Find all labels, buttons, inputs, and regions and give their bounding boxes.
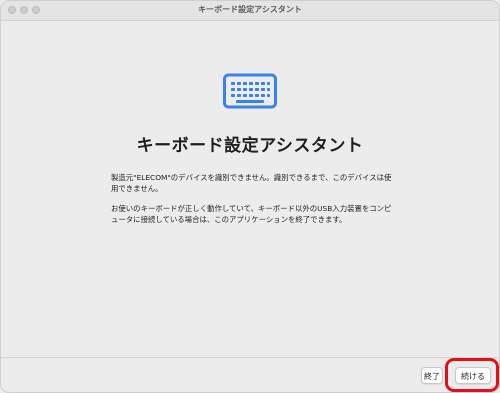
info-message: お使いのキーボードが正しく動作していて、キーボード以外のUSB入力装置をコンピュ… xyxy=(111,204,392,224)
footer-divider xyxy=(1,357,499,358)
main-content: キーボード設定アシスタント 製造元"ELECOM"のデバイスを識別できません。識… xyxy=(1,21,499,357)
assistant-window: キーボード設定アシスタント キーボード設定アシスタント 製造元"ELECOM"の… xyxy=(0,0,500,393)
highlight-annotation xyxy=(445,358,499,392)
window-title: キーボード設定アシスタント xyxy=(198,5,302,14)
keyboard-icon xyxy=(223,73,277,109)
title-bar: キーボード設定アシスタント xyxy=(1,1,499,21)
error-message: 製造元"ELECOM"のデバイスを識別できません。識別できるまで、このデバイスは… xyxy=(111,173,392,193)
page-title: キーボード設定アシスタント xyxy=(136,136,364,156)
quit-button[interactable]: 終了 xyxy=(421,367,443,384)
